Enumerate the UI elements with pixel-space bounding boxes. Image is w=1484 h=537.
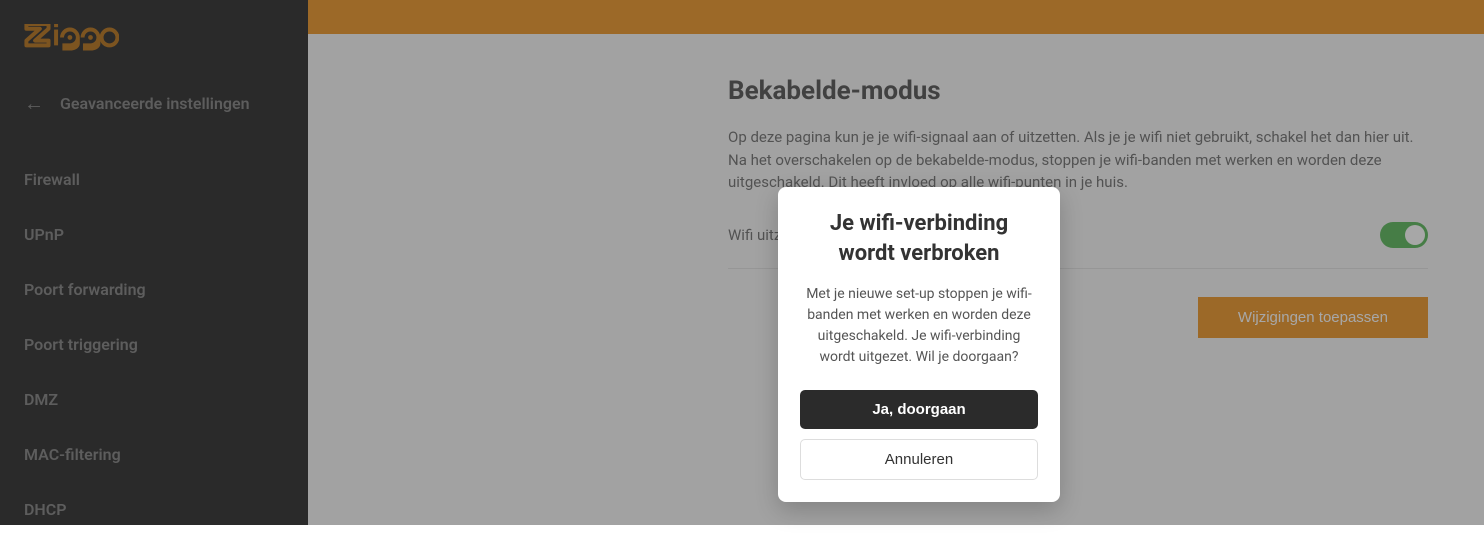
sidebar-item-label: Poort forwarding <box>24 280 146 299</box>
ziggo-logo-icon <box>24 24 119 51</box>
confirmation-modal: Je wifi-verbinding wordt verbroken Met j… <box>778 187 1060 502</box>
sidebar-item-port-forwarding[interactable]: Poort forwarding <box>24 262 284 317</box>
modal-body: Met je nieuwe set-up stoppen je wifi-ban… <box>800 284 1038 368</box>
wifi-toggle[interactable] <box>1380 222 1428 248</box>
sidebar-item-label: MAC-filtering <box>24 445 121 464</box>
page-title: Bekabelde-modus <box>728 76 1428 106</box>
sidebar-item-label: DMZ <box>24 390 58 409</box>
arrow-left-icon: ← <box>24 91 44 116</box>
page-description: Op deze pagina kun je je wifi-signaal aa… <box>728 126 1428 194</box>
sidebar-item-upnp[interactable]: UPnP <box>24 207 284 262</box>
cancel-button[interactable]: Annuleren <box>800 439 1038 480</box>
sidebar-item-label: DHCP <box>24 500 66 519</box>
apply-button[interactable]: Wijzigingen toepassen <box>1198 297 1428 338</box>
header-bar <box>308 0 1484 34</box>
sidebar-item-label: UPnP <box>24 225 64 244</box>
sidebar: ← Geavanceerde instellingen Firewall UPn… <box>0 0 308 525</box>
sidebar-item-port-triggering[interactable]: Poort triggering <box>24 317 284 372</box>
sidebar-item-label: Poort triggering <box>24 335 138 354</box>
logo <box>24 24 284 55</box>
modal-title: Je wifi-verbinding wordt verbroken <box>800 209 1038 268</box>
sidebar-item-mac-filtering[interactable]: MAC-filtering <box>24 427 284 482</box>
nav-back-label: Geavanceerde instellingen <box>60 94 250 113</box>
sidebar-item-firewall[interactable]: Firewall <box>24 152 284 207</box>
sidebar-item-dmz[interactable]: DMZ <box>24 372 284 427</box>
nav-back[interactable]: ← Geavanceerde instellingen <box>24 91 284 116</box>
sidebar-item-dhcp[interactable]: DHCP <box>24 482 284 537</box>
sidebar-item-label: Firewall <box>24 170 80 189</box>
toggle-knob <box>1405 225 1425 245</box>
confirm-button[interactable]: Ja, doorgaan <box>800 390 1038 429</box>
